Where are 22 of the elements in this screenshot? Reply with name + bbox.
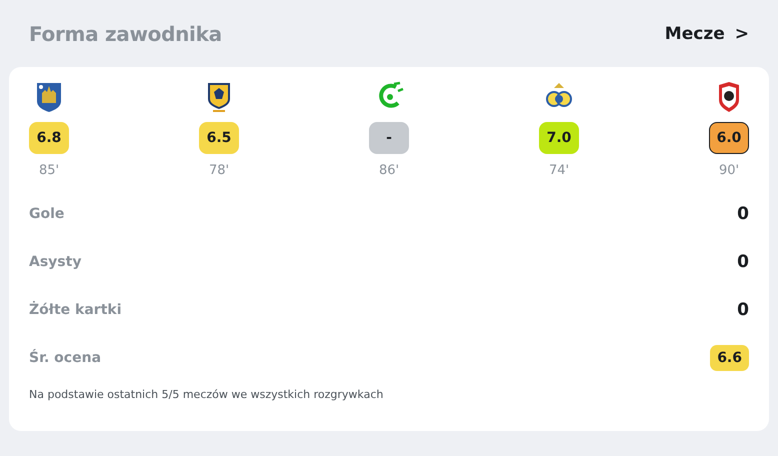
stat-label: Żółte kartki bbox=[29, 302, 122, 318]
matches-link[interactable]: Mecze > bbox=[664, 24, 749, 44]
stat-value: 0 bbox=[737, 300, 749, 320]
stat-value: 0 bbox=[737, 252, 749, 272]
rating-badge: 6.6 bbox=[710, 345, 749, 371]
minutes-played: 78' bbox=[208, 163, 230, 178]
rating-badge[interactable]: 6.8 bbox=[28, 122, 70, 154]
rating-badge[interactable]: 6.5 bbox=[198, 122, 240, 154]
footnote: Na podstawie ostatnich 5/5 meczów we wszystkich rozgrywkach bbox=[29, 388, 384, 401]
stat-label: Gole bbox=[29, 206, 64, 222]
section-title: Forma zawodnika bbox=[29, 22, 222, 46]
shield-icon bbox=[34, 81, 64, 113]
stat-label: Asysty bbox=[29, 254, 82, 270]
rating-badge[interactable]: - bbox=[369, 122, 409, 154]
minutes-played: 74' bbox=[548, 163, 570, 178]
stat-label: Śr. ocena bbox=[29, 350, 102, 366]
rating-badge[interactable]: 6.0 bbox=[708, 122, 750, 154]
stat-value: 0 bbox=[737, 204, 749, 224]
minutes-played: 90' bbox=[718, 163, 740, 178]
minutes-played: 85' bbox=[38, 163, 60, 178]
rating-badge[interactable]: 7.0 bbox=[538, 122, 580, 154]
minutes-played: 86' bbox=[378, 163, 400, 178]
